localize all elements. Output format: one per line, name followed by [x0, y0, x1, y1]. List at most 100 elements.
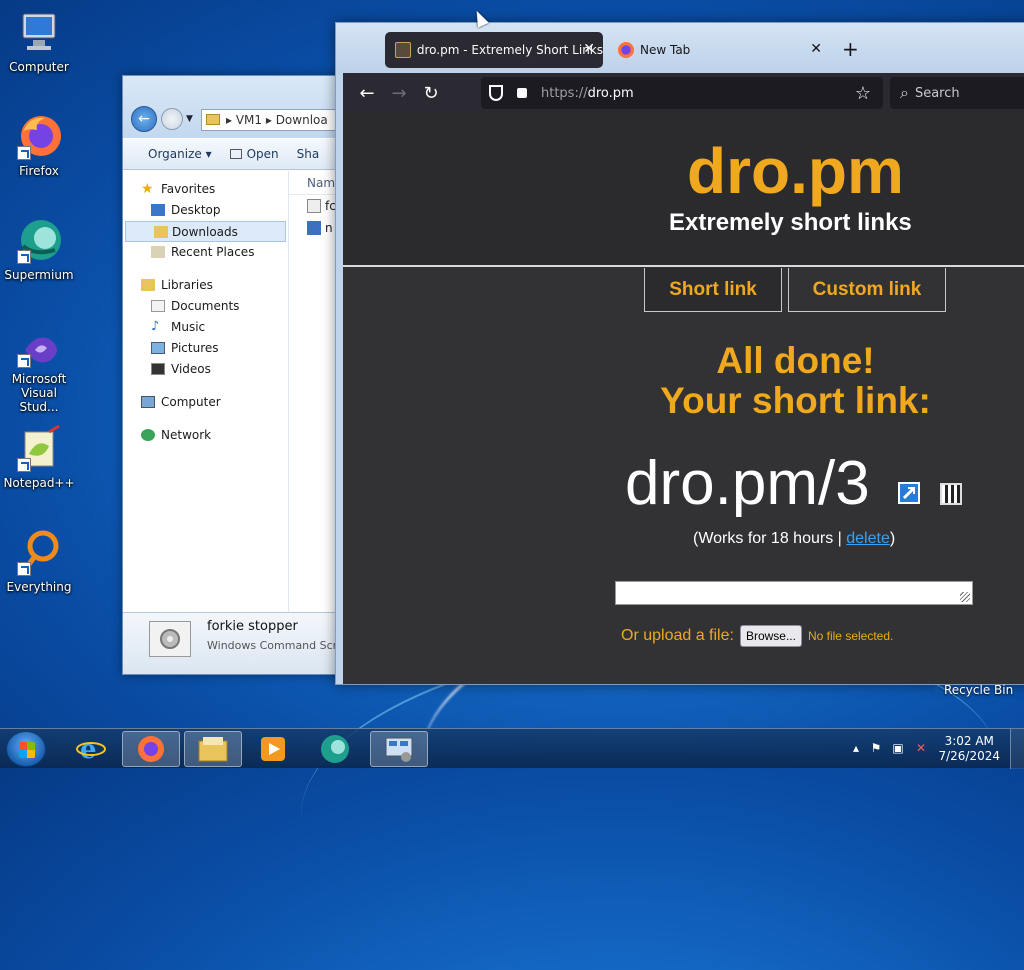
nav-pictures[interactable]: Pictures [123, 338, 288, 359]
site-tagline: Extremely short links [669, 209, 912, 236]
reload-icon[interactable]: ↻ [415, 77, 447, 109]
done-line-2: Your short link: [660, 380, 931, 421]
volume-muted-icon[interactable]: ✕ [914, 741, 928, 755]
open-button[interactable]: Open [229, 147, 279, 161]
search-placeholder: Search [914, 85, 960, 101]
mode-tabs: Short link Custom link [644, 268, 946, 312]
gear-file-icon [149, 621, 191, 657]
new-tab-button[interactable]: + [842, 39, 859, 59]
navigation-pane: ★ Favorites Desktop Downloads Recent Plac… [123, 171, 289, 612]
organize-button[interactable]: Organize ▾ [148, 147, 212, 161]
explorer-window[interactable]: ← ▼ ▸ VM1 ▸ Downloa Organize ▾ Open Sha … [122, 75, 362, 675]
taskbar-firefox[interactable] [122, 731, 180, 767]
nav-desktop[interactable]: Desktop [123, 200, 288, 221]
taskbar-internet-explorer[interactable]: e [62, 731, 120, 767]
search-box[interactable]: ⌕ Search [890, 77, 1024, 109]
desktop-icon-label: Supermium [4, 268, 74, 282]
shield-icon[interactable] [489, 85, 503, 101]
everything-icon [15, 528, 63, 576]
shortcut-arrow-icon [17, 562, 31, 576]
desktop-icon-label: Firefox [19, 164, 59, 178]
delete-link[interactable]: delete [846, 530, 890, 547]
desktop-icon-label: Computer [9, 60, 69, 74]
taskbar-media-player[interactable] [244, 731, 302, 767]
share-button[interactable]: Sha [297, 147, 320, 161]
show-hidden-icons-icon[interactable]: ▴ [849, 741, 863, 755]
desktop-icon-firefox[interactable]: Firefox [0, 112, 78, 178]
computer-icon [141, 396, 155, 408]
qr-code-icon[interactable] [940, 483, 962, 505]
recycle-bin-label[interactable]: Recycle Bin [944, 683, 1013, 697]
page-content: dro.pm Extremely short links Short link … [343, 113, 1024, 684]
close-tab-icon[interactable]: ✕ [810, 41, 822, 57]
desktop-icon-supermium[interactable]: Supermium [0, 216, 78, 282]
desktop-icon-label: Microsoft Visual Stud... [11, 372, 67, 414]
tab-strip: dro.pm - Extremely Short Links ✕ New Tab… [336, 23, 1024, 73]
nav-network[interactable]: Network [123, 425, 288, 446]
clock-time: 3:02 AM [944, 734, 994, 748]
dro-pm-favicon [395, 42, 411, 58]
nav-recent-places[interactable]: Recent Places [123, 242, 288, 263]
tab-new-tab[interactable]: New Tab ✕ [608, 32, 830, 68]
site-logo[interactable]: dro.pm [687, 135, 904, 207]
supermium-icon [321, 735, 349, 763]
tab-dro-pm[interactable]: dro.pm - Extremely Short Links ✕ [385, 32, 603, 68]
forward-button[interactable] [161, 108, 183, 130]
internet-explorer-icon: e [76, 735, 106, 764]
no-file-text: No file selected. [807, 629, 894, 643]
nav-libraries[interactable]: Libraries [123, 275, 288, 296]
desktop-icon-visual-studio[interactable]: Microsoft Visual Stud... [0, 330, 78, 414]
action-center-flag-icon[interactable]: ⚑ [869, 741, 883, 755]
nav-computer[interactable]: Computer [123, 392, 288, 413]
recent-pages-dropdown[interactable]: ▼ [186, 114, 193, 124]
system-tray: ▴ ⚑ ▣ ✕ 3:02 AM 7/26/2024 [824, 729, 1024, 769]
libraries-icon [141, 279, 155, 291]
nav-documents[interactable]: Documents [123, 296, 288, 317]
back-button[interactable]: ← [131, 106, 157, 132]
link-textarea[interactable] [615, 581, 973, 605]
explorer-titlebar[interactable]: ← ▼ ▸ VM1 ▸ Downloa [123, 76, 361, 138]
short-link-text[interactable]: dro.pm/3 [625, 449, 870, 519]
nav-favorites[interactable]: ★ Favorites [123, 179, 288, 200]
taskbar-network-settings[interactable] [370, 731, 428, 767]
nav-music[interactable]: ♪ Music [123, 317, 288, 338]
done-line-1: All done! [716, 340, 875, 381]
url-host: dro.pm [587, 85, 634, 101]
taskbar-supermium[interactable] [306, 731, 364, 767]
resize-grip-icon[interactable] [960, 592, 970, 602]
address-text: ▸ VM1 ▸ Downloa [226, 113, 328, 127]
forward-arrow-icon[interactable]: → [383, 77, 415, 109]
show-desktop-button[interactable] [1010, 729, 1024, 769]
taskbar: e ▴ ⚑ ▣ ✕ 3:02 AM 7/26/2024 [0, 728, 1024, 769]
back-arrow-icon[interactable]: ← [351, 77, 383, 109]
explorer-toolbar: Organize ▾ Open Sha [123, 138, 361, 170]
close-tab-icon[interactable]: ✕ [583, 41, 595, 57]
desktop-icon-notepadpp[interactable]: Notepad++ [0, 424, 78, 490]
browse-button[interactable]: Browse... [739, 625, 802, 647]
site-header: dro.pm Extremely short links [343, 113, 1024, 267]
firefox-window[interactable]: dro.pm - Extremely Short Links ✕ New Tab… [335, 22, 1024, 685]
taskbar-file-explorer[interactable] [184, 731, 242, 767]
nav-downloads[interactable]: Downloads [125, 221, 286, 242]
start-button[interactable] [6, 731, 46, 767]
script-file-icon [307, 199, 321, 213]
open-link-icon[interactable] [898, 482, 920, 504]
tab-custom-link[interactable]: Custom link [788, 268, 946, 312]
desktop-icon-computer[interactable]: Computer [0, 8, 78, 74]
desktop-icon [151, 204, 165, 216]
desktop-icon-label: Notepad++ [3, 476, 75, 490]
firefox-icon [15, 112, 63, 160]
recent-places-icon [151, 246, 165, 258]
notepadpp-icon [15, 424, 63, 472]
desktop-icon-everything[interactable]: Everything [0, 528, 78, 594]
clock[interactable]: 3:02 AM 7/26/2024 [938, 734, 1000, 764]
url-bar[interactable]: https://dro.pm ☆ [481, 77, 883, 109]
pictures-icon [151, 342, 165, 354]
lock-icon[interactable] [517, 88, 527, 98]
nav-videos[interactable]: Videos [123, 359, 288, 380]
expiry-suffix: ) [889, 530, 896, 547]
bookmark-star-icon[interactable]: ☆ [855, 83, 871, 104]
tab-short-link[interactable]: Short link [644, 268, 782, 312]
firefox-favicon [618, 42, 634, 58]
network-status-icon[interactable]: ▣ [891, 741, 905, 755]
